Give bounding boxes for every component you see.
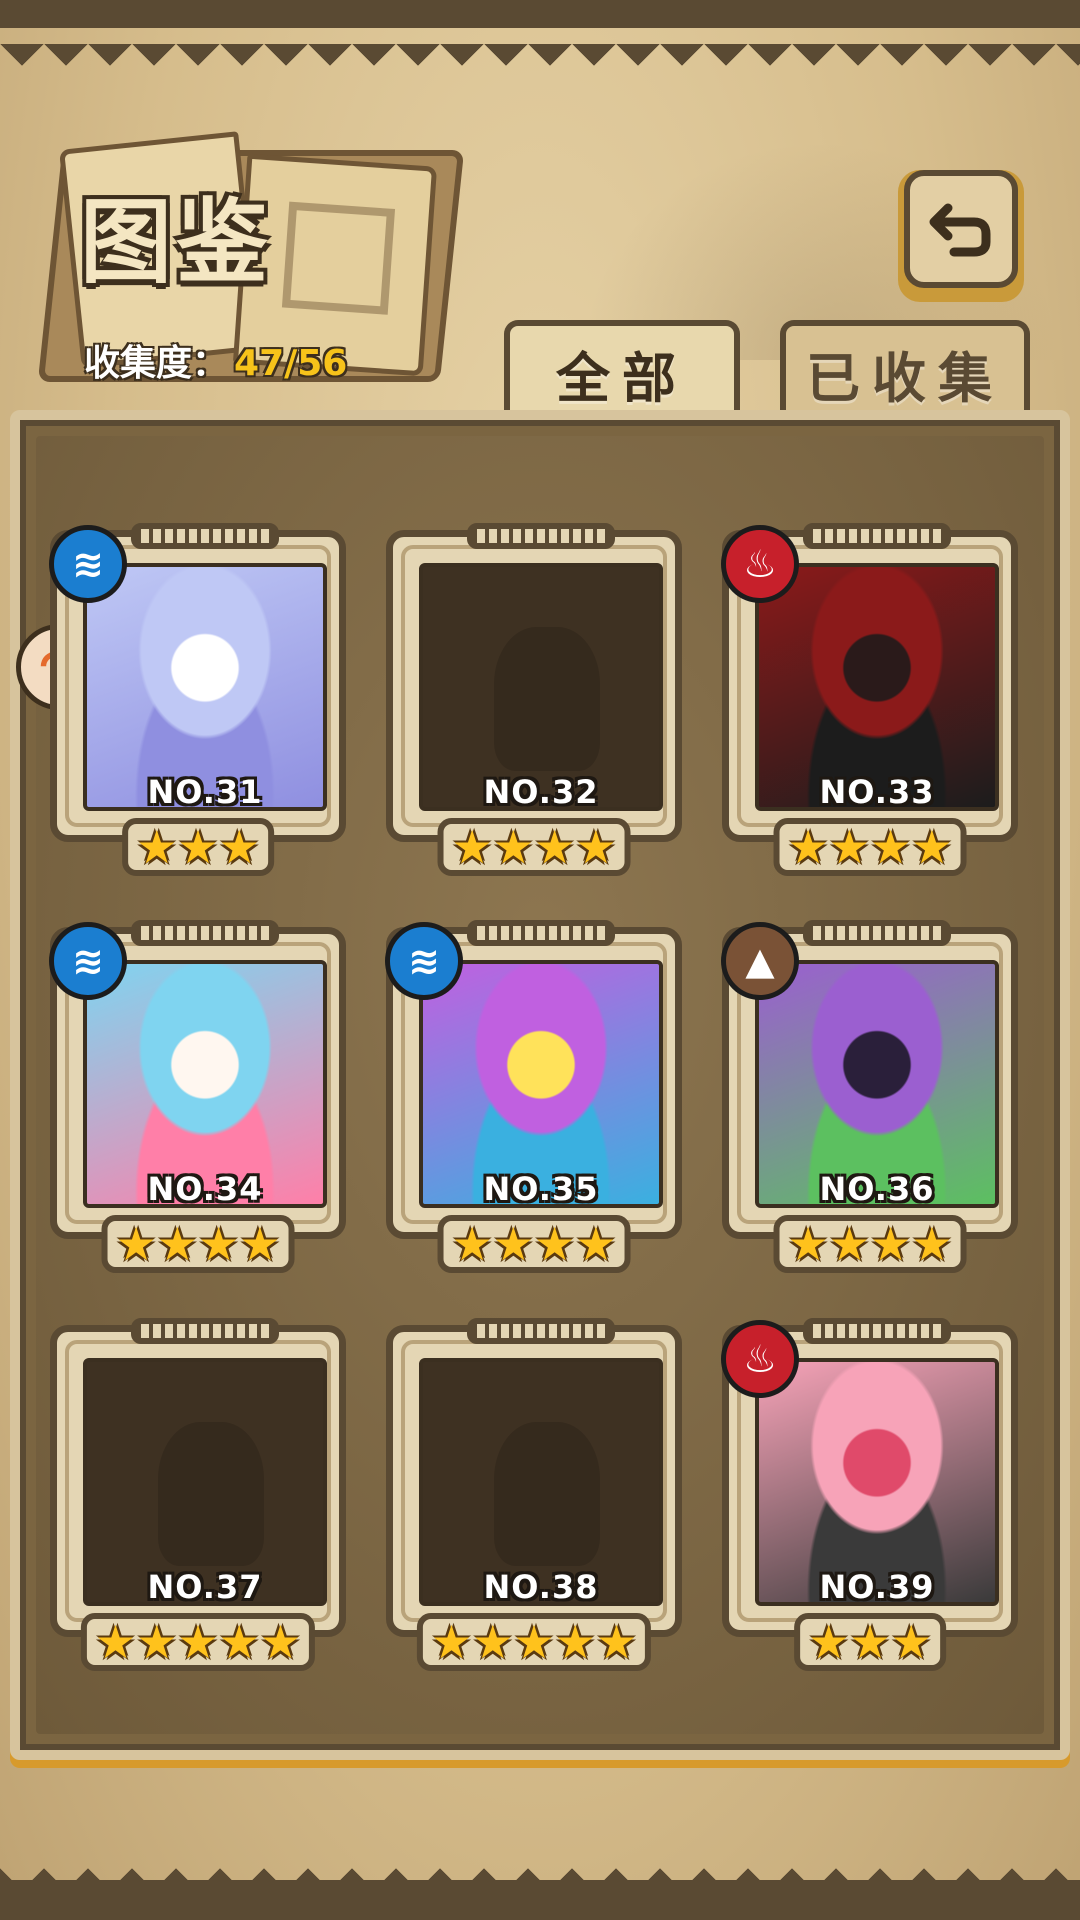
card-frame: NO.31 ≋: [49, 523, 346, 842]
back-arrow-icon: [929, 203, 991, 257]
card-frame: NO.39 ♨: [721, 1318, 1018, 1637]
card-top-ornament: [131, 1318, 279, 1344]
collection-label: 收集度：: [84, 343, 229, 384]
earth-element-icon: ▲: [721, 922, 799, 1000]
star-rating: ★★★: [794, 1613, 946, 1671]
card-frame: NO.32: [386, 523, 682, 842]
monster-card[interactable]: NO.35 ≋ ★★★★: [385, 920, 682, 1289]
card-number: NO.34: [147, 1170, 263, 1208]
fire-element-icon: ♨: [721, 525, 799, 603]
card-number: NO.36: [819, 1170, 935, 1208]
tab-all[interactable]: 全部: [504, 320, 740, 420]
star-rating: ★★★★: [773, 1215, 967, 1273]
tab-collected[interactable]: 已收集: [780, 320, 1030, 420]
card-frame: NO.38: [386, 1318, 682, 1637]
star-rating: ★★★★: [101, 1215, 295, 1273]
back-button[interactable]: [898, 170, 1024, 302]
water-element-icon: ≋: [385, 922, 463, 1000]
monster-card[interactable]: NO.31 ≋ ★★★: [49, 523, 346, 892]
card-top-ornament: [467, 1318, 615, 1344]
collection-value: 47/56: [234, 343, 348, 384]
star-rating: ★★★★: [437, 1215, 631, 1273]
monster-card[interactable]: NO.32 ★★★★: [386, 523, 682, 892]
card-number: NO.35: [483, 1170, 599, 1208]
star-icons: ★★★★: [115, 1217, 281, 1271]
monster-card[interactable]: NO.34 ≋ ★★★★: [49, 920, 346, 1289]
card-top-ornament: [131, 523, 279, 549]
card-top-ornament: [803, 920, 951, 946]
water-element-icon: ≋: [49, 525, 127, 603]
star-icons: ★★★★: [787, 1217, 953, 1271]
bottom-border: [0, 1840, 1080, 1920]
tab-collected-label: 已收集: [806, 346, 1004, 410]
monster-card[interactable]: NO.36 ▲ ★★★★: [721, 920, 1018, 1289]
card-number: NO.38: [483, 1568, 599, 1606]
monster-card[interactable]: NO.38 ★★★★★: [386, 1318, 682, 1687]
star-rating: ★★★: [122, 818, 274, 876]
card-top-ornament: [467, 523, 615, 549]
star-icons: ★★★★: [451, 820, 617, 874]
back-button-face[interactable]: [904, 170, 1018, 288]
star-icons: ★★★★★: [430, 1615, 638, 1669]
card-frame: NO.37: [50, 1318, 346, 1637]
star-rating: ★★★★★: [416, 1613, 652, 1671]
card-number: NO.33: [819, 773, 935, 811]
top-border: [0, 0, 1080, 70]
star-rating: ★★★★: [773, 818, 967, 876]
star-icons: ★★★★: [787, 820, 953, 874]
monster-card[interactable]: NO.37 ★★★★★: [50, 1318, 346, 1687]
water-element-icon: ≋: [49, 922, 127, 1000]
fire-element-icon: ♨: [721, 1320, 799, 1398]
card-top-ornament: [803, 523, 951, 549]
star-rating: ★★★★: [437, 818, 631, 876]
card-top-ornament: [803, 1318, 951, 1344]
star-icons: ★★★★★: [94, 1615, 302, 1669]
card-frame: NO.33 ♨: [721, 523, 1018, 842]
star-icons: ★★★★: [451, 1217, 617, 1271]
card-top-ornament: [467, 920, 615, 946]
page-title: 图鉴: [80, 188, 273, 296]
star-icons: ★★★: [136, 820, 260, 874]
card-frame: NO.34 ≋: [49, 920, 346, 1239]
monster-card[interactable]: NO.39 ♨ ★★★: [721, 1318, 1018, 1687]
card-top-ornament: [131, 920, 279, 946]
star-icons: ★★★: [808, 1615, 932, 1669]
collection-progress: 收集度： 47/56: [84, 334, 347, 386]
card-frame: NO.36 ▲: [721, 920, 1018, 1239]
card-number: NO.37: [147, 1568, 263, 1606]
card-number: NO.31: [147, 773, 263, 811]
card-number: NO.32: [483, 773, 599, 811]
tab-all-label: 全部: [556, 346, 688, 410]
monster-card[interactable]: NO.33 ♨ ★★★★: [721, 523, 1018, 892]
card-number: NO.39: [819, 1568, 935, 1606]
card-frame: NO.35 ≋: [385, 920, 682, 1239]
star-rating: ★★★★★: [80, 1613, 316, 1671]
